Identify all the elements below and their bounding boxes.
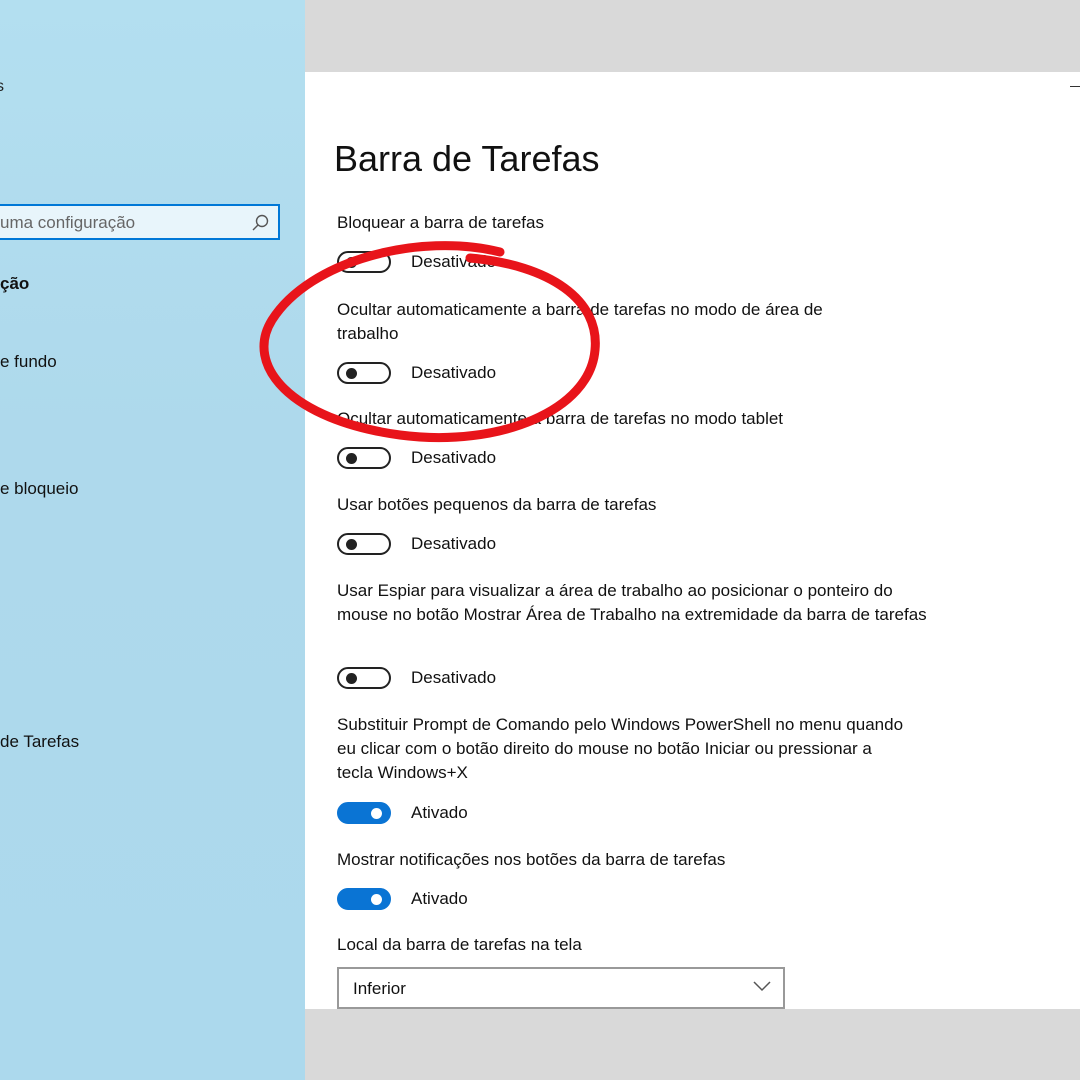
toggle-knob [346, 673, 357, 684]
toggle-state: Ativado [411, 889, 468, 908]
toggle-autohide-tablet[interactable]: Desativado [337, 445, 496, 471]
bottom-gray-strip [305, 1009, 1080, 1080]
setting-label-small-buttons: Usar botões pequenos da barra de tarefas [337, 495, 657, 514]
search-icon[interactable] [251, 214, 269, 232]
setting-label-lock-taskbar: Bloquear a barra de tarefas [337, 213, 544, 232]
sidebar: s uma configuração ção e fundo e bloquei… [0, 0, 305, 1080]
sidebar-item-lock-screen[interactable]: e bloqueio [0, 479, 78, 499]
chevron-down-icon [753, 981, 771, 992]
setting-label-autohide-tablet: Ocultar automaticamente a barra de taref… [337, 409, 784, 428]
top-gray-strip [305, 0, 1080, 72]
taskbar-location-dropdown[interactable]: Inferior [337, 967, 785, 1009]
toggle-knob [346, 453, 357, 464]
toggle-state: Ativado [411, 803, 468, 822]
toggle-switch[interactable] [337, 802, 391, 824]
toggle-knob [371, 808, 382, 819]
setting-label-badges: Mostrar notificações nos botões da barra… [337, 850, 726, 869]
toggle-powershell[interactable]: Ativado [337, 800, 468, 826]
toggle-knob [346, 368, 357, 379]
toggle-knob [371, 894, 382, 905]
toggle-switch[interactable] [337, 667, 391, 689]
toggle-state: Desativado [411, 668, 497, 687]
toggle-switch[interactable] [337, 447, 391, 469]
page-title: Barra de Tarefas [334, 138, 600, 179]
toggle-switch[interactable] [337, 251, 391, 273]
toggle-knob [346, 539, 357, 550]
toggle-autohide-desktop[interactable]: Desativado [337, 360, 496, 386]
sidebar-item-background[interactable]: e fundo [0, 352, 57, 372]
toggle-state: Desativado [411, 363, 497, 382]
setting-label-peek: Usar Espiar para visualizar a área de tr… [337, 581, 927, 624]
toggle-switch[interactable] [337, 533, 391, 555]
dropdown-value: Inferior [353, 979, 406, 998]
toggle-state: Desativado [411, 252, 497, 271]
toggle-lock-taskbar[interactable]: Desativado [337, 249, 496, 275]
app-title-fragment: s [0, 78, 4, 95]
minimize-icon[interactable] [1070, 86, 1080, 87]
setting-label-powershell: Substituir Prompt de Comando pelo Window… [337, 715, 904, 782]
sidebar-item-taskbar[interactable]: de Tarefas [0, 732, 79, 752]
toggle-peek[interactable]: Desativado [337, 665, 496, 691]
toggle-small-buttons[interactable]: Desativado [337, 531, 496, 557]
sidebar-section-heading: ção [0, 274, 30, 293]
toggle-knob [346, 257, 357, 268]
toggle-state: Desativado [411, 448, 497, 467]
setting-label-autohide-desktop: Ocultar automaticamente a barra de taref… [337, 300, 823, 343]
toggle-switch[interactable] [337, 888, 391, 910]
settings-content: Barra de Tarefas Bloquear a barra de tar… [305, 72, 1080, 1009]
toggle-switch[interactable] [337, 362, 391, 384]
search-placeholder: uma configuração [0, 213, 136, 232]
toggle-state: Desativado [411, 534, 497, 553]
setting-label-location: Local da barra de tarefas na tela [337, 935, 582, 954]
search-input[interactable]: uma configuração [0, 204, 280, 240]
toggle-badges[interactable]: Ativado [337, 886, 468, 912]
